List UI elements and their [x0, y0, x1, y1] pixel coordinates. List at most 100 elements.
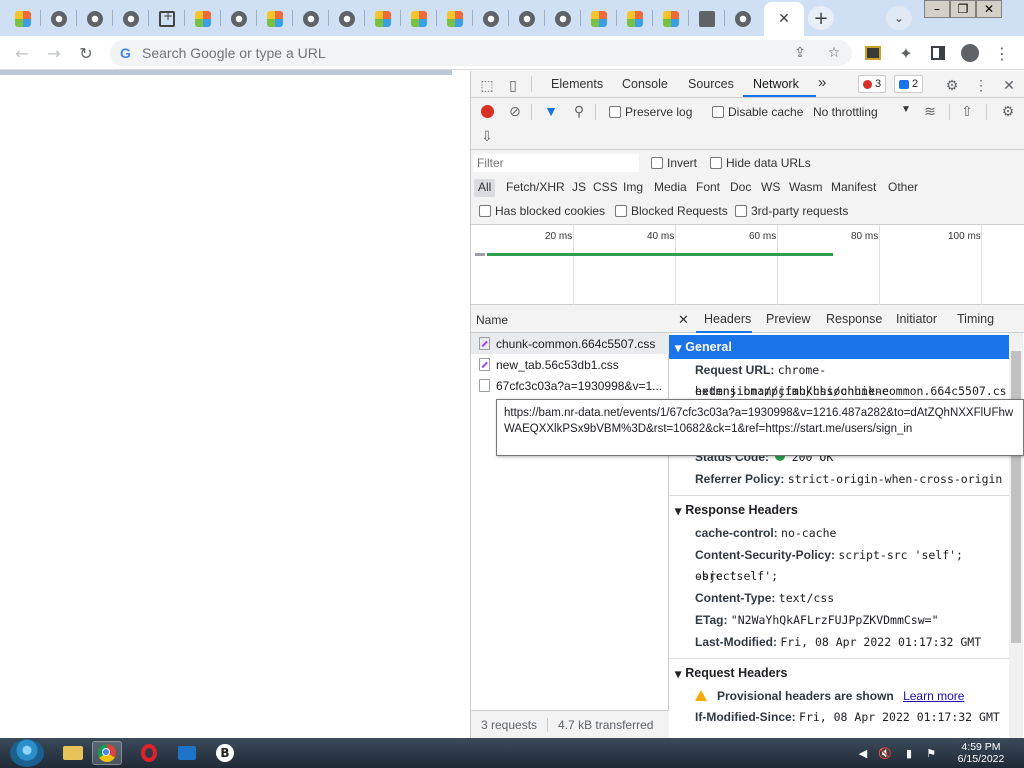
tab-elements[interactable]: Elements	[551, 77, 603, 91]
tab-console[interactable]: Console	[622, 77, 668, 91]
network-timeline-overview[interactable]: 20 ms 40 ms 60 ms 80 ms 100 ms	[471, 224, 1024, 305]
extension-badge-icon[interactable]	[863, 43, 883, 63]
browser-tab[interactable]	[44, 6, 74, 32]
network-settings-gear-icon[interactable]: ⚙	[999, 102, 1017, 120]
invert-checkbox[interactable]: Invert	[651, 156, 697, 170]
request-headers-section-header[interactable]: ▾ Request Headers	[669, 661, 1009, 685]
browser-tab[interactable]	[728, 6, 758, 32]
tab-timing[interactable]: Timing	[957, 312, 994, 326]
hide-data-urls-checkbox[interactable]: Hide data URLs	[710, 156, 811, 170]
close-devtools-icon[interactable]: ✕	[1000, 76, 1018, 94]
more-tabs-icon[interactable]: »	[818, 74, 826, 91]
tab-response[interactable]: Response	[826, 312, 882, 326]
response-headers-section-header[interactable]: ▾ Response Headers	[669, 498, 1009, 522]
filter-type-all[interactable]: All	[474, 179, 496, 197]
filter-input[interactable]	[473, 154, 639, 172]
browser-tab[interactable]	[224, 6, 254, 32]
tab-preview[interactable]: Preview	[766, 312, 810, 326]
browser-tab-active[interactable]: ✕	[764, 2, 804, 36]
omnibox[interactable]: G ⇪ ☆	[110, 40, 852, 66]
search-icon[interactable]: ⚲	[570, 102, 588, 120]
device-toolbar-icon[interactable]: ▯	[504, 76, 522, 94]
tab-headers[interactable]: Headers	[704, 312, 751, 326]
filter-type-css[interactable]: CSS	[589, 179, 622, 197]
filter-type-img[interactable]: Img	[619, 179, 647, 197]
chrome-menu-icon[interactable]: ⋮	[992, 43, 1012, 63]
filter-type-js[interactable]: JS	[568, 179, 590, 197]
action-center-flag-icon[interactable]: ⚑	[924, 746, 938, 760]
outlook-taskbar-icon[interactable]	[172, 741, 202, 765]
browser-tab[interactable]	[548, 6, 578, 32]
message-count-badge[interactable]: 2	[894, 75, 924, 93]
devtools-menu-icon[interactable]: ⋮	[972, 76, 990, 94]
browser-tab[interactable]	[296, 6, 326, 32]
chrome-taskbar-icon[interactable]	[92, 741, 122, 765]
bookmark-star-icon[interactable]: ☆	[824, 43, 844, 63]
browser-tab[interactable]	[188, 6, 218, 32]
request-row[interactable]: 67cfc3c03a?a=1930998&v=1...	[471, 375, 669, 396]
address-input[interactable]	[142, 43, 782, 63]
filter-funnel-icon[interactable]: ▼	[542, 102, 560, 120]
browser-tab[interactable]	[656, 6, 686, 32]
name-column-header[interactable]: Name	[471, 305, 669, 333]
inspect-element-icon[interactable]: ⬚	[478, 76, 496, 94]
minimize-button[interactable]: –	[924, 0, 950, 18]
filter-type-wasm[interactable]: Wasm	[785, 179, 827, 197]
tab-search-chevron-icon[interactable]: ⌄	[886, 6, 912, 30]
learn-more-link[interactable]: Learn more	[903, 689, 964, 703]
browser-tab[interactable]	[692, 6, 722, 32]
scrollbar-thumb[interactable]	[1011, 351, 1021, 643]
browser-tab[interactable]	[8, 6, 38, 32]
third-party-requests-checkbox[interactable]: 3rd-party requests	[735, 204, 848, 218]
back-arrow-icon[interactable]: ←	[12, 43, 32, 63]
maximize-button[interactable]: ❐	[950, 0, 976, 18]
has-blocked-cookies-checkbox[interactable]: Has blocked cookies	[479, 204, 605, 218]
file-explorer-taskbar-icon[interactable]	[58, 741, 88, 765]
blocked-requests-checkbox[interactable]: Blocked Requests	[615, 204, 728, 218]
preserve-log-checkbox[interactable]: Preserve log	[609, 105, 692, 119]
filter-type-doc[interactable]: Doc	[726, 179, 755, 197]
browser-tab[interactable]	[404, 6, 434, 32]
side-panel-icon[interactable]	[928, 43, 948, 63]
browser-tab[interactable]	[584, 6, 614, 32]
browser-tab[interactable]	[620, 6, 650, 32]
browser-tab[interactable]	[476, 6, 506, 32]
tab-sources[interactable]: Sources	[688, 77, 734, 91]
filter-type-manifest[interactable]: Manifest	[827, 179, 880, 197]
brave-b-taskbar-icon[interactable]: B	[210, 741, 240, 765]
share-icon[interactable]: ⇪	[790, 43, 810, 63]
forward-arrow-icon[interactable]: →	[44, 43, 64, 63]
throttling-dropdown-icon[interactable]: ▼	[901, 104, 911, 115]
browser-tab[interactable]	[116, 6, 146, 32]
filter-type-other[interactable]: Other	[884, 179, 922, 197]
browser-tab[interactable]	[440, 6, 470, 32]
disable-cache-checkbox[interactable]: Disable cache	[712, 105, 803, 119]
extensions-puzzle-icon[interactable]: ✦	[896, 43, 916, 63]
start-button[interactable]	[10, 739, 44, 767]
detail-scrollbar[interactable]	[1009, 333, 1023, 738]
record-icon[interactable]	[478, 102, 496, 120]
request-row[interactable]: chunk-common.664c5507.css	[471, 333, 669, 354]
throttling-select[interactable]: No throttling	[813, 105, 878, 119]
filter-type-fetch-xhr[interactable]: Fetch/XHR	[502, 179, 569, 197]
close-detail-icon[interactable]: ✕	[678, 312, 689, 328]
browser-tab[interactable]	[332, 6, 362, 32]
clock[interactable]: 4:59 PM 6/15/2022	[946, 741, 1016, 765]
network-icon[interactable]: ▮	[902, 746, 916, 760]
settings-gear-icon[interactable]: ⚙	[943, 76, 961, 94]
browser-tab[interactable]	[80, 6, 110, 32]
tab-initiator[interactable]: Initiator	[896, 312, 937, 326]
profile-avatar-icon[interactable]	[960, 43, 980, 63]
filter-type-ws[interactable]: WS	[757, 179, 784, 197]
network-conditions-icon[interactable]: ≋	[921, 102, 939, 120]
error-count-badge[interactable]: 3	[858, 75, 887, 93]
show-hidden-icons-icon[interactable]: ◀	[856, 746, 870, 760]
volume-muted-icon[interactable]: 🔇	[878, 746, 892, 760]
tab-network[interactable]: Network	[753, 77, 799, 91]
opera-taskbar-icon[interactable]	[134, 741, 164, 765]
browser-tab[interactable]	[512, 6, 542, 32]
browser-tab[interactable]	[152, 6, 182, 32]
export-har-icon[interactable]: ⇩	[478, 127, 496, 145]
clear-icon[interactable]: ⊘	[506, 102, 524, 120]
close-tab-icon[interactable]: ✕	[778, 11, 790, 27]
